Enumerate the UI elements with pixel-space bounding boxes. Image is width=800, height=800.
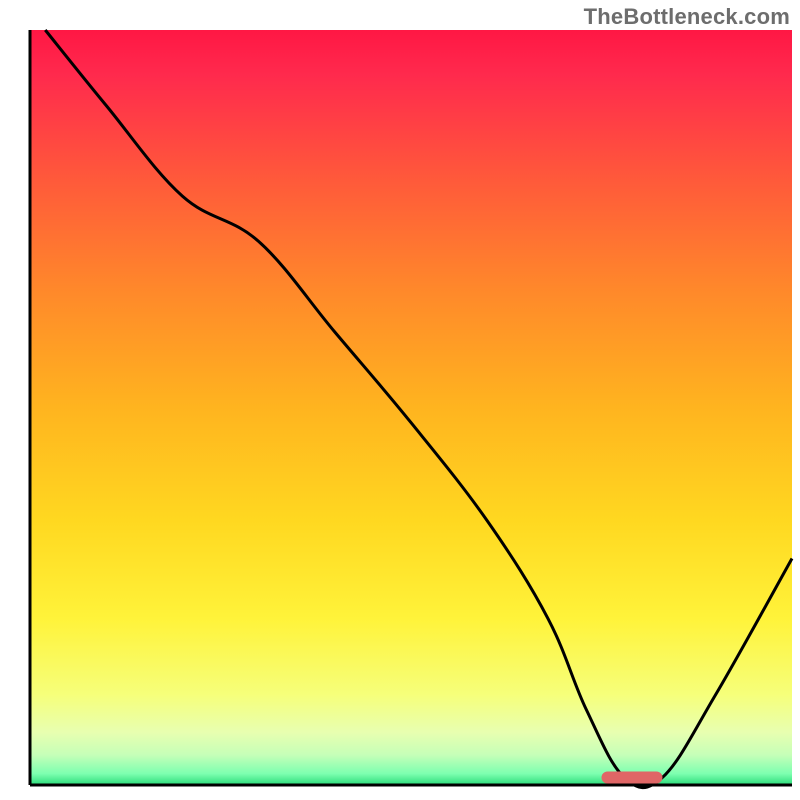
optimal-marker bbox=[602, 771, 663, 783]
plot-background bbox=[30, 30, 792, 785]
chart-container: { "watermark": "TheBottleneck.com", "cha… bbox=[0, 0, 800, 800]
bottleneck-chart bbox=[0, 0, 800, 800]
